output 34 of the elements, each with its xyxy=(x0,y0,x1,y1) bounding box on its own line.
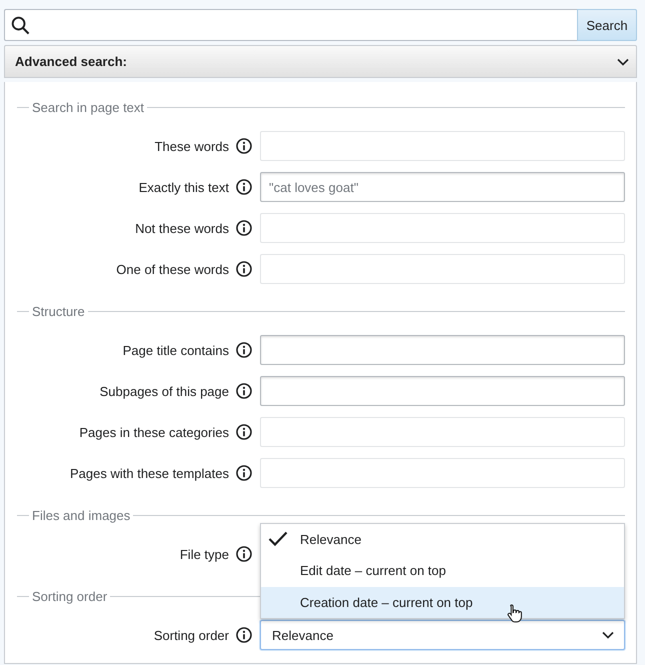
field-label: Subpages of this page xyxy=(98,384,229,398)
section-heading: Sorting order xyxy=(32,588,108,604)
advanced-search-header[interactable]: Advanced search: xyxy=(4,45,637,78)
field-label: Not these words xyxy=(134,220,229,236)
search-field[interactable] xyxy=(4,9,577,41)
dropdown-select[interactable]: Relevance xyxy=(260,620,625,650)
field-label: Pages with these templates xyxy=(69,466,229,480)
input-field[interactable]: "cat loves goat" xyxy=(260,172,625,202)
field-label: Exactly this text xyxy=(138,180,229,194)
info-icon[interactable] xyxy=(236,342,252,358)
info-icon[interactable] xyxy=(236,546,252,562)
info-icon[interactable] xyxy=(236,424,252,440)
field-label: These words xyxy=(154,138,229,154)
search-button[interactable]: Search xyxy=(577,9,637,41)
info-icon[interactable] xyxy=(236,465,252,481)
field-label: File type xyxy=(178,546,229,562)
field-label: One of these words xyxy=(115,262,229,276)
dropdown-option[interactable]: Relevance xyxy=(261,524,624,555)
field-label: Sorting order xyxy=(152,628,229,642)
info-icon[interactable] xyxy=(236,220,252,236)
section-heading: Structure xyxy=(32,304,85,318)
input-field[interactable] xyxy=(260,376,625,406)
section-heading: Search in page text xyxy=(32,100,144,114)
info-icon[interactable] xyxy=(236,627,252,643)
section-heading: Files and images xyxy=(32,508,130,522)
input-field[interactable] xyxy=(260,335,625,365)
field-label: Pages in these categories xyxy=(78,424,229,440)
info-icon[interactable] xyxy=(236,138,252,154)
field-label: Page title contains xyxy=(122,342,229,358)
dropdown-option[interactable]: Edit date – current on top xyxy=(261,555,624,586)
info-icon[interactable] xyxy=(236,261,252,277)
info-icon[interactable] xyxy=(236,179,252,195)
info-icon[interactable] xyxy=(236,383,252,399)
search-icon xyxy=(11,16,30,34)
